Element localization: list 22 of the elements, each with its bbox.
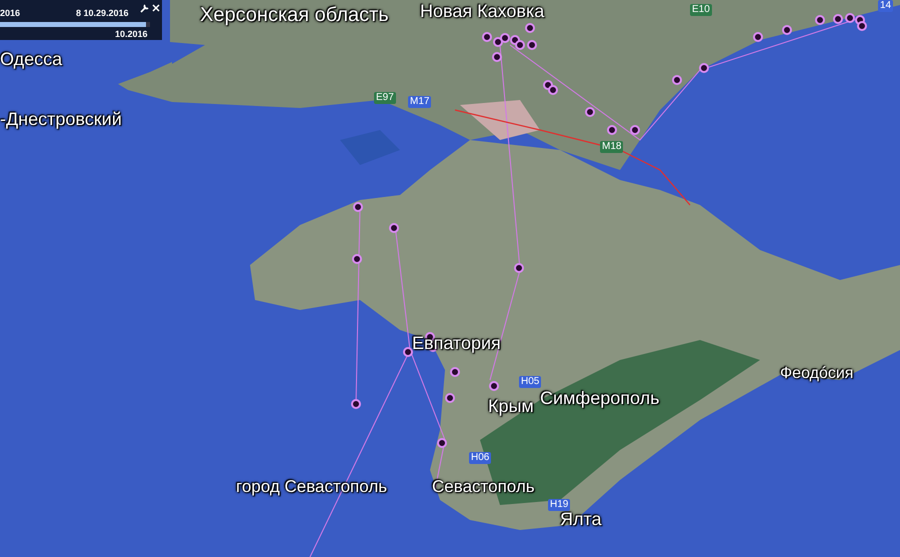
road-number: H06 bbox=[469, 452, 492, 464]
road-number: M17 bbox=[408, 96, 432, 108]
road-number: E97 bbox=[374, 92, 396, 104]
wrench-icon[interactable] bbox=[140, 3, 150, 13]
place-label: Херсонская область bbox=[200, 3, 389, 28]
place-label: Крым bbox=[488, 395, 534, 418]
place-label: Симферополь bbox=[540, 387, 660, 410]
road-number: H19 bbox=[548, 499, 570, 511]
place-label: Ялта bbox=[560, 508, 602, 531]
time-start-label: 2016 bbox=[0, 7, 20, 20]
place-label: -Днестровский bbox=[0, 108, 122, 131]
road-number: M18 bbox=[600, 141, 624, 153]
sandbar-drawing bbox=[118, 62, 172, 102]
road-number: E10 bbox=[690, 4, 712, 16]
time-end-label: 10.2016 bbox=[115, 28, 148, 41]
close-icon[interactable] bbox=[152, 4, 160, 12]
place-label: Феодóсия bbox=[780, 364, 854, 384]
place-label: Одесса bbox=[0, 48, 62, 71]
time-current-label: 8 10.29.2016 bbox=[76, 7, 129, 20]
place-label: Новая Каховка bbox=[420, 0, 544, 23]
road-number: 14 bbox=[878, 0, 894, 12]
road-number: H05 bbox=[519, 376, 542, 388]
